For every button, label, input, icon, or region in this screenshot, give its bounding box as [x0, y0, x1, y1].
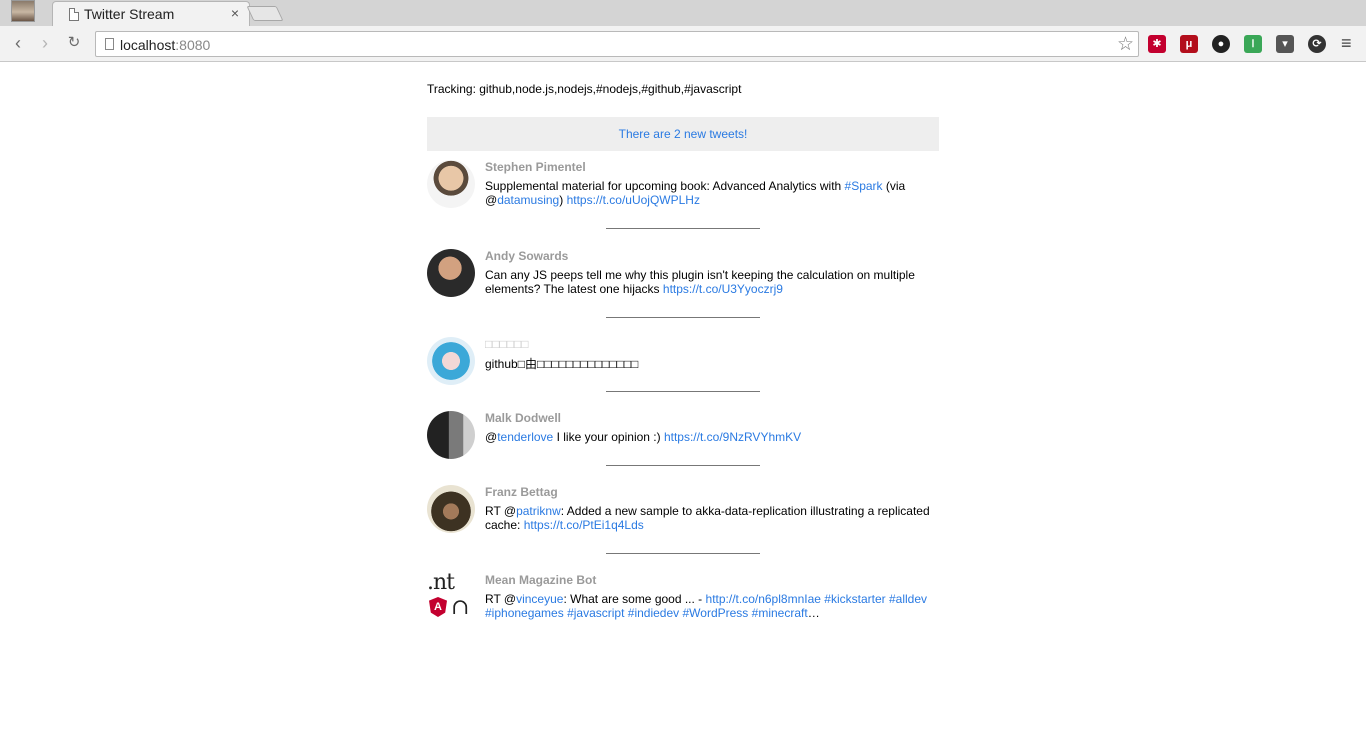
- utorrent-icon[interactable]: μ: [1180, 35, 1198, 53]
- separator: [606, 391, 760, 392]
- pocket-icon[interactable]: ▾: [1276, 35, 1294, 53]
- tweet-link[interactable]: https://t.co/PtEi1q4Lds: [524, 518, 644, 532]
- tweet-text-segment: I like your opinion :): [553, 430, 664, 444]
- tweet-text-segment: RT @: [485, 504, 517, 518]
- tweet-text: RT @patriknw: Added a new sample to akka…: [485, 504, 939, 532]
- avatar[interactable]: [427, 337, 475, 385]
- back-icon[interactable]: ‹: [8, 34, 28, 54]
- tweet-text-segment: …: [807, 606, 820, 620]
- new-tab-button[interactable]: [246, 6, 284, 21]
- tweet-link[interactable]: https://t.co/9NzRVYhmKV: [664, 430, 801, 444]
- tweet-text: github□由□□□□□□□□□□□□□□: [485, 357, 939, 371]
- tweet-text-segment: : What are some good ... -: [563, 592, 706, 606]
- url-text[interactable]: localhost:8080: [120, 37, 210, 53]
- tweet-text-segment: @: [485, 430, 498, 444]
- tweet-text-segment: ): [559, 193, 567, 207]
- address-bar[interactable]: localhost:8080 ☆: [95, 31, 1139, 57]
- separator: [606, 553, 760, 554]
- tweet-link[interactable]: datamusing: [497, 193, 559, 207]
- tweet-text: RT @vinceyue: What are some good ... - h…: [485, 592, 939, 620]
- tweet-link[interactable]: #minecraft: [752, 606, 808, 620]
- tweet-link[interactable]: vinceyue: [516, 592, 563, 606]
- lastpass-icon[interactable]: ✱: [1148, 35, 1166, 53]
- bookmark-star-icon[interactable]: ☆: [1117, 33, 1134, 56]
- avatar[interactable]: [427, 160, 475, 208]
- tweet-link[interactable]: #iphonegames: [485, 606, 564, 620]
- tweet-author: □□□□□□: [485, 337, 529, 351]
- tweet-text-segment: Supplemental material for upcoming book:…: [485, 179, 845, 193]
- new-tweets-banner[interactable]: There are 2 new tweets!: [427, 117, 939, 151]
- avatar[interactable]: [427, 411, 475, 459]
- tweet-link[interactable]: https://t.co/uUojQWPLHz: [567, 193, 700, 207]
- tweet-author: Stephen Pimentel: [485, 160, 586, 174]
- tweet-link[interactable]: #WordPress: [683, 606, 749, 620]
- profile-avatar[interactable]: [11, 0, 35, 22]
- tweet-author: Mean Magazine Bot: [485, 573, 597, 587]
- page-icon: [69, 8, 79, 21]
- tweet-link[interactable]: #kickstarter: [824, 592, 885, 606]
- forward-icon[interactable]: ›: [35, 34, 55, 54]
- tweet-link[interactable]: #Spark: [845, 179, 883, 193]
- tab-twitter-stream[interactable]: Twitter Stream ×: [52, 1, 250, 26]
- tweet-link[interactable]: #alldev: [889, 592, 927, 606]
- tweet-text-segment: RT @: [485, 592, 517, 606]
- tweet-text: @tenderlove I like your opinion :) https…: [485, 430, 939, 444]
- tab-strip: Twitter Stream ×: [0, 0, 1366, 26]
- pushbullet-icon[interactable]: ⏽: [1244, 35, 1262, 53]
- tab-title: Twitter Stream: [84, 6, 175, 22]
- separator: [606, 228, 760, 229]
- tweet-author: Malk Dodwell: [485, 411, 562, 425]
- tweet-link[interactable]: http://t.co/n6pl8mnIae: [706, 592, 821, 606]
- tweet-link[interactable]: #indiedev: [628, 606, 679, 620]
- menu-icon[interactable]: ≡: [1341, 33, 1352, 54]
- avatar[interactable]: [427, 249, 475, 297]
- tweet-text-segment: github□由□□□□□□□□□□□□□□: [485, 357, 639, 371]
- page-icon: [105, 38, 114, 50]
- tweet-author: Franz Bettag: [485, 485, 558, 499]
- avatar[interactable]: [427, 485, 475, 533]
- sync-icon[interactable]: ⟳: [1308, 35, 1326, 53]
- tweet-author: Andy Sowards: [485, 249, 569, 263]
- browser-toolbar: ‹ › ↻ localhost:8080 ☆ ✱ μ ● ⏽ ▾ ⟳ ≡: [0, 26, 1366, 62]
- separator: [606, 317, 760, 318]
- tracking-label: Tracking: github,node.js,nodejs,#nodejs,…: [427, 82, 742, 96]
- github-icon[interactable]: ●: [1212, 35, 1230, 53]
- tweet-link[interactable]: patriknw: [516, 504, 561, 518]
- tweet-link[interactable]: https://t.co/U3Yyoczrj9: [663, 282, 783, 296]
- avatar[interactable]: .nt A ∩: [427, 573, 475, 621]
- tweet-text: Can any JS peeps tell me why this plugin…: [485, 268, 939, 296]
- separator: [606, 465, 760, 466]
- tweet-text: Supplemental material for upcoming book:…: [485, 179, 939, 207]
- close-icon[interactable]: ×: [231, 5, 239, 21]
- reload-icon[interactable]: ↻: [64, 34, 84, 54]
- tweet-link[interactable]: #javascript: [567, 606, 624, 620]
- tweet-link[interactable]: tenderlove: [497, 430, 553, 444]
